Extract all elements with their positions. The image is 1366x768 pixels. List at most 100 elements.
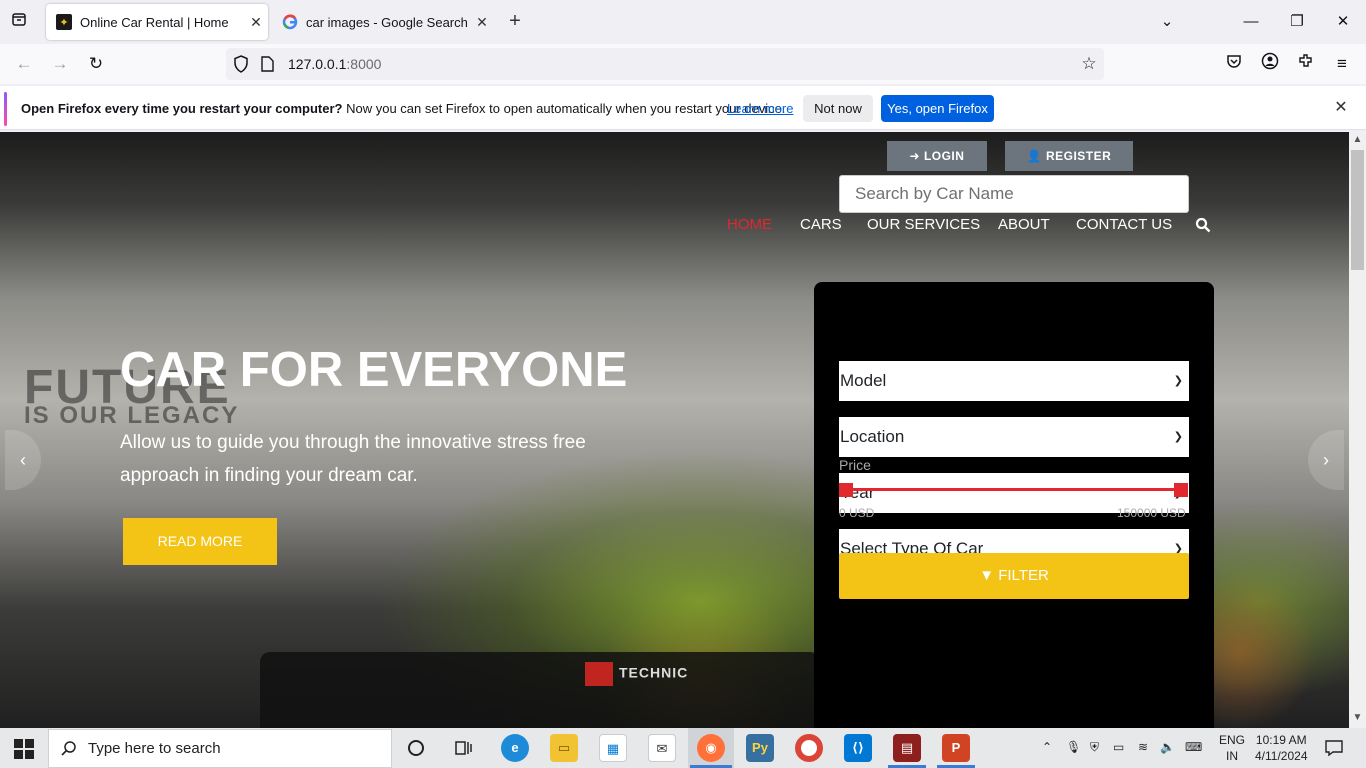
forward-icon[interactable]: → — [48, 52, 72, 76]
price-range-track[interactable] — [845, 488, 1182, 491]
menu-home[interactable]: HOME — [727, 216, 772, 233]
url-port: :8000 — [346, 56, 382, 72]
model-select-label: Model — [840, 371, 887, 390]
keyboard-icon[interactable]: ⌨ — [1185, 740, 1202, 754]
edge-icon[interactable]: e — [501, 734, 529, 762]
hero-subtitle: Allow us to guide you through the innova… — [120, 432, 586, 486]
vscode-icon[interactable]: ⟨⟩ — [844, 734, 872, 762]
reload-icon[interactable]: ↻ — [84, 52, 108, 76]
page-scrollbar[interactable]: ▲ ▼ — [1349, 132, 1366, 728]
notification-accent — [4, 92, 7, 126]
tab-list-icon[interactable] — [8, 11, 30, 33]
model-select[interactable]: Model ❯ — [839, 361, 1189, 401]
filter-label: FILTER — [998, 567, 1049, 584]
yes-open-firefox-button[interactable]: Yes, open Firefox — [881, 95, 994, 122]
tab-online-car-rental[interactable]: ✦ Online Car Rental | Home ✕ — [46, 4, 268, 40]
bookmark-star-icon[interactable]: ☆ — [1077, 52, 1101, 76]
close-notification-icon[interactable]: ✕ — [1331, 98, 1351, 118]
clock-time: 10:19 AM — [1255, 733, 1307, 747]
battery-icon[interactable]: ▭ — [1113, 740, 1124, 754]
menu-contact-us[interactable]: CONTACT US — [1076, 216, 1172, 233]
extensions-icon[interactable] — [1294, 52, 1318, 76]
search-car-name-input[interactable]: Search by Car Name — [839, 175, 1189, 213]
scrollbar-thumb[interactable] — [1351, 150, 1364, 270]
filter-button[interactable]: ▼ FILTER — [839, 553, 1189, 599]
security-shield-icon[interactable]: ⛨ — [1090, 740, 1099, 755]
microphone-icon[interactable]: 🎙 — [1066, 740, 1081, 754]
search-icon[interactable] — [1195, 217, 1211, 233]
show-hidden-icons-icon[interactable]: ⌃ — [1042, 740, 1052, 754]
hero-title: CAR FOR EVERYONE — [120, 343, 628, 397]
account-icon[interactable] — [1258, 52, 1282, 76]
menu-cars[interactable]: CARS — [800, 216, 842, 233]
scroll-down-icon[interactable]: ▼ — [1349, 712, 1366, 728]
login-label: LOGIN — [923, 149, 965, 163]
car-display-base — [260, 652, 820, 728]
read-more-button[interactable]: READ MORE — [123, 518, 277, 565]
restore-icon[interactable]: ❐ — [1274, 0, 1320, 44]
notifications-icon[interactable] — [1324, 738, 1344, 758]
pocket-icon[interactable] — [1222, 52, 1246, 76]
clock-date: 4/11/2024 — [1255, 749, 1308, 763]
minimize-icon[interactable]: — — [1228, 0, 1274, 44]
chevron-down-icon: ❯ — [1173, 375, 1183, 387]
url-text[interactable]: 127.0.0.1:8000 — [288, 56, 381, 72]
scroll-up-icon[interactable]: ▲ — [1349, 134, 1366, 150]
file-explorer-icon[interactable]: ▭ — [550, 734, 578, 762]
location-select[interactable]: Location ❯ — [839, 417, 1189, 457]
language-code: ENG — [1219, 733, 1246, 747]
not-now-button[interactable]: Not now — [803, 95, 873, 122]
back-icon[interactable]: ← — [12, 52, 36, 76]
register-label: REGISTER — [1045, 149, 1112, 163]
list-all-tabs-icon[interactable]: ⌄ — [1144, 0, 1190, 44]
login-icon: ➜ — [909, 149, 924, 163]
firefox-icon[interactable]: ◉ — [697, 734, 725, 762]
language-indicator[interactable]: ENG IN — [1219, 732, 1245, 764]
close-tab-icon[interactable]: ✕ — [244, 14, 268, 31]
tab-title: car images - Google Search — [306, 14, 468, 30]
volume-icon[interactable]: 🔈 — [1160, 740, 1175, 754]
notification-message: Open Firefox every time you restart your… — [21, 101, 785, 116]
learn-more-link[interactable]: Learn more — [727, 101, 793, 116]
price-max-value: 150000 USD — [1117, 506, 1186, 520]
user-plus-icon: 👤 — [1026, 149, 1046, 163]
taskbar-clock[interactable]: 10:19 AM 4/11/2024 — [1255, 732, 1308, 764]
new-tab-icon[interactable]: + — [503, 10, 527, 34]
cortana-icon[interactable] — [406, 738, 426, 758]
url-host: 127.0.0.1 — [288, 56, 347, 72]
menu-our-services[interactable]: OUR SERVICES — [867, 216, 980, 233]
microsoft-store-icon[interactable]: ▦ — [599, 734, 627, 762]
chevron-down-icon: ❯ — [1173, 431, 1183, 443]
close-window-icon[interactable]: ✕ — [1320, 0, 1366, 44]
winrar-icon[interactable]: ▤ — [893, 734, 921, 762]
python-icon[interactable]: Py — [746, 734, 774, 762]
taskbar-search-placeholder: Type here to search — [88, 740, 221, 757]
carousel-prev-icon[interactable]: ‹ — [5, 430, 41, 490]
google-favicon-icon — [282, 14, 298, 30]
filter-icon: ▼ — [979, 567, 999, 584]
powerpoint-icon[interactable]: P — [942, 734, 970, 762]
price-range-min-handle[interactable] — [839, 483, 853, 497]
price-label: Price — [839, 457, 871, 473]
notification-text: Now you can set Firefox to open automati… — [342, 101, 786, 116]
chrome-icon[interactable] — [795, 734, 823, 762]
register-button[interactable]: 👤 REGISTER — [1005, 141, 1133, 171]
price-range-max-handle[interactable] — [1174, 483, 1188, 497]
wifi-icon[interactable]: ≋ — [1138, 740, 1148, 754]
shield-icon[interactable] — [233, 55, 251, 73]
mail-icon[interactable]: ✉ — [648, 734, 676, 762]
page-icon[interactable] — [261, 56, 275, 72]
menu-about[interactable]: ABOUT — [998, 216, 1050, 233]
tab-google-search[interactable]: car images - Google Search ✕ — [272, 4, 494, 40]
task-view-icon[interactable] — [454, 738, 474, 758]
windows-start-icon[interactable] — [14, 739, 34, 759]
carousel-next-icon[interactable]: › — [1308, 430, 1344, 490]
region-code: IN — [1226, 749, 1238, 763]
tab-title: Online Car Rental | Home — [80, 14, 229, 30]
login-button[interactable]: ➜ LOGIN — [887, 141, 987, 171]
lego-technic-badge: TECHNIC — [585, 662, 715, 690]
search-icon — [60, 740, 78, 758]
close-tab-icon[interactable]: ✕ — [470, 14, 494, 31]
tab-strip: ✦ Online Car Rental | Home ✕ car images … — [0, 0, 1366, 44]
menu-hamburger-icon[interactable]: ≡ — [1330, 52, 1354, 76]
